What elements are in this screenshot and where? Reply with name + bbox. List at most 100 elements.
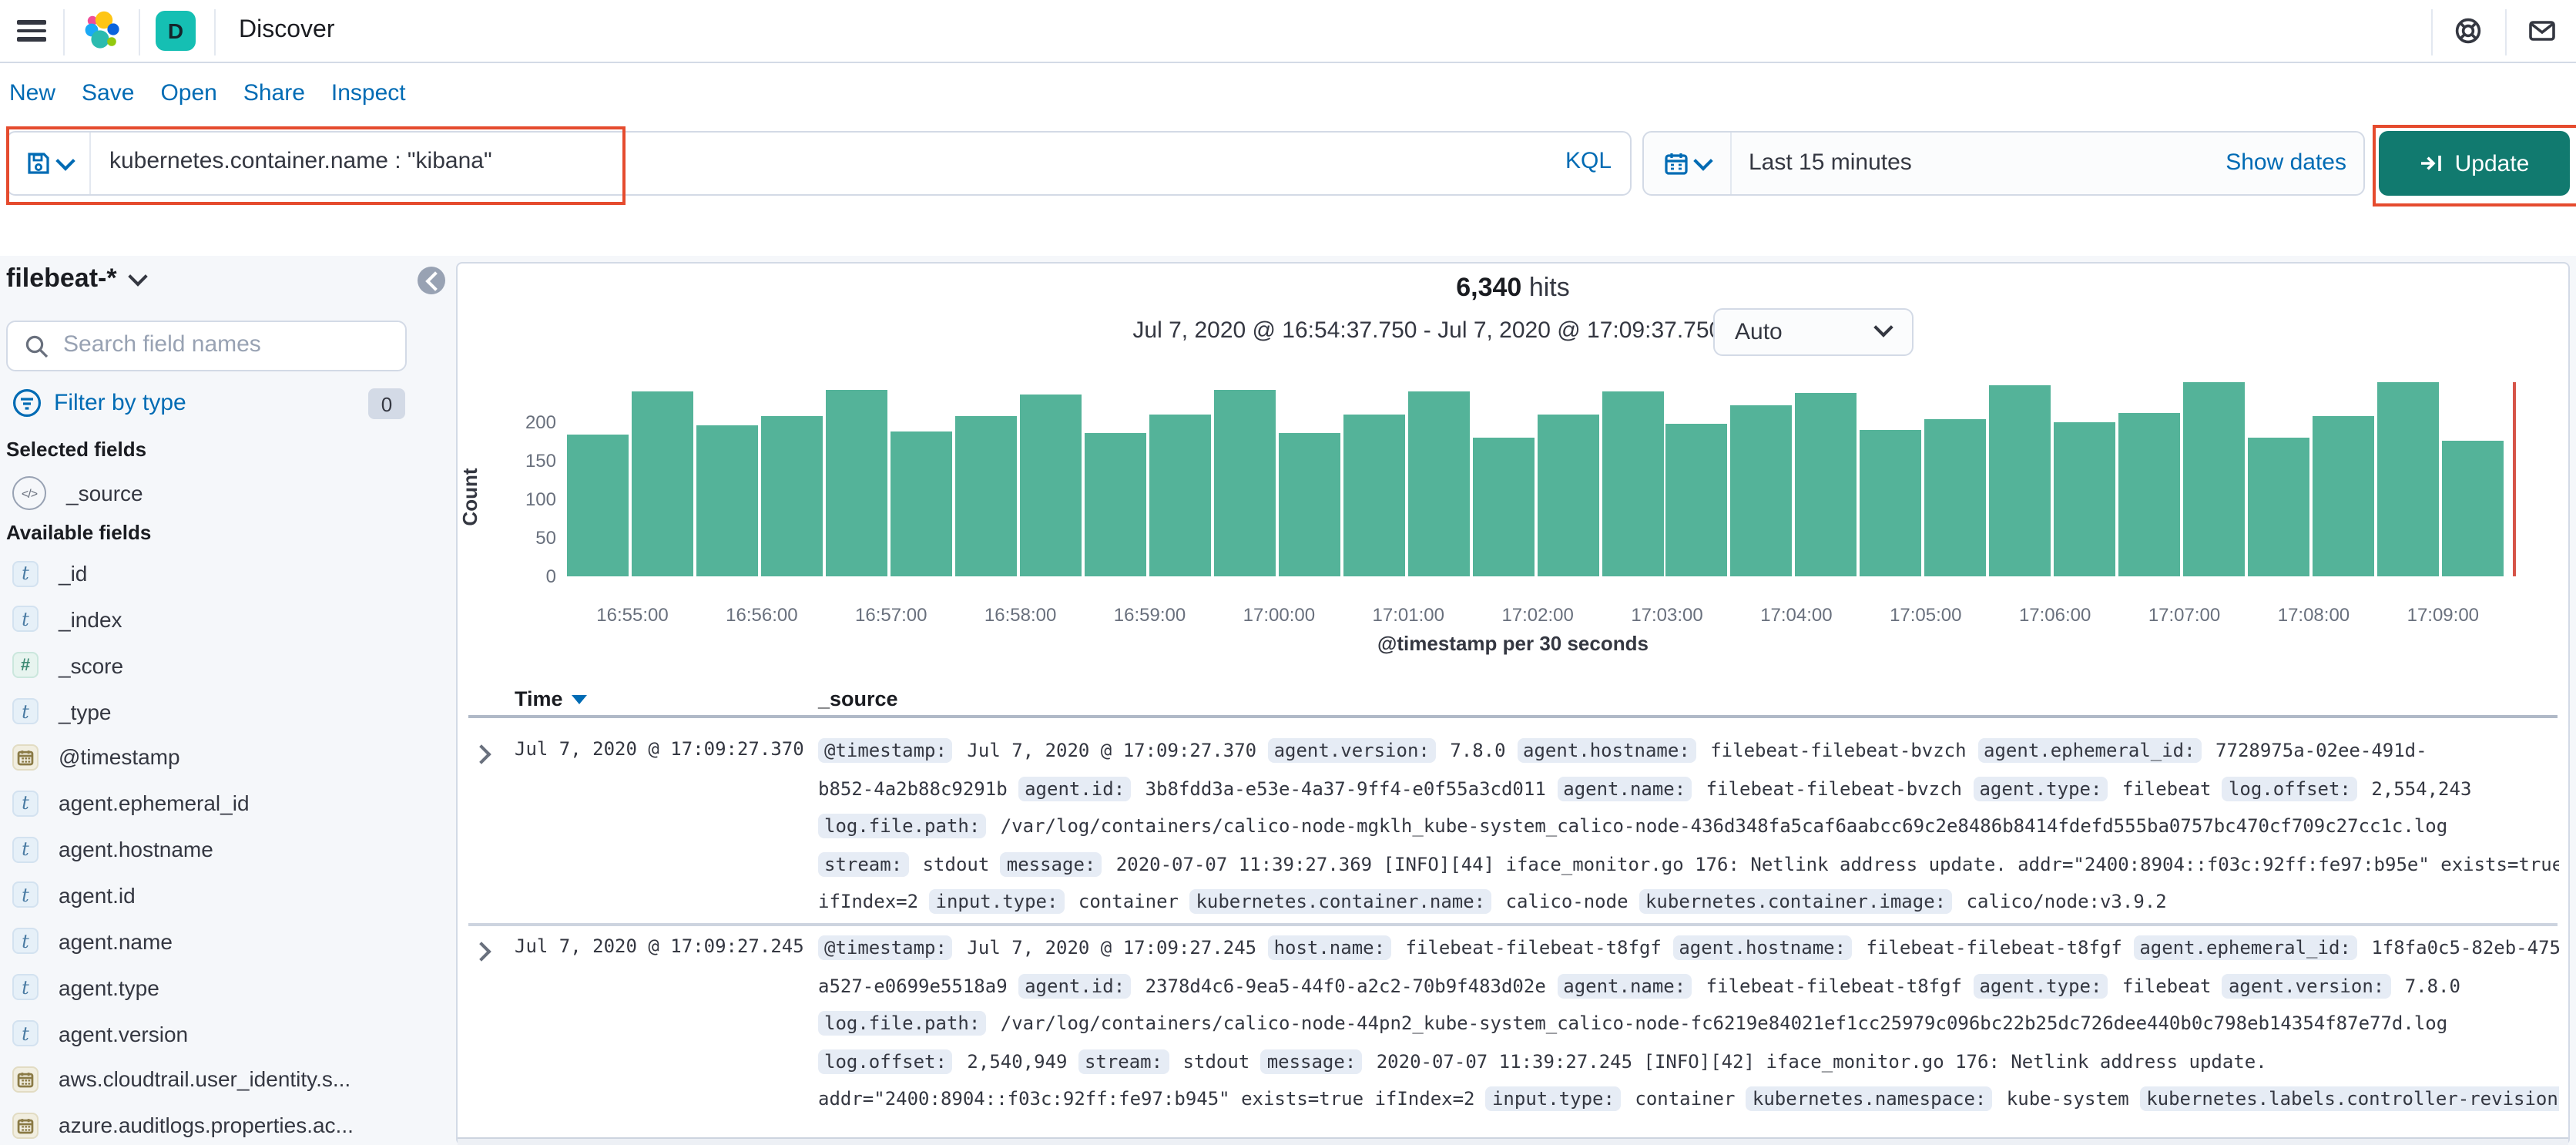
inspect-button[interactable]: Inspect — [331, 80, 406, 106]
histogram-bar[interactable] — [1924, 419, 1987, 576]
sidebar-field-agent.id[interactable]: t agent.id — [12, 878, 136, 912]
source-field-badge[interactable]: agent.id: — [1018, 974, 1132, 999]
histogram-bar[interactable] — [2248, 438, 2310, 576]
histogram-bar[interactable] — [1472, 438, 1535, 576]
sidebar-field-agent.version[interactable]: t agent.version — [12, 1016, 188, 1050]
filter-by-type-button[interactable]: Filter by type — [12, 388, 186, 418]
histogram-bar[interactable] — [1795, 393, 1857, 576]
saved-query-menu-button[interactable] — [8, 133, 91, 194]
source-field-badge[interactable]: input.type: — [1485, 1086, 1621, 1111]
sidebar-field-agent.hostname[interactable]: t agent.hostname — [12, 832, 213, 866]
time-column-header[interactable]: Time — [515, 687, 588, 710]
source-field-badge[interactable]: agent.type: — [1973, 777, 2108, 801]
histogram-bar[interactable] — [1213, 390, 1276, 576]
histogram-bar[interactable] — [1537, 415, 1599, 576]
sidebar-field-agent.name[interactable]: t agent.name — [12, 925, 173, 959]
histogram-bar[interactable] — [1019, 395, 1082, 576]
histogram-bar[interactable] — [1084, 433, 1146, 576]
source-field-badge[interactable]: kubernetes.container.image: — [1639, 889, 1953, 914]
source-field-badge[interactable]: message: — [1000, 852, 1102, 877]
show-dates-button[interactable]: Show dates — [2225, 149, 2346, 176]
sidebar-field-_id[interactable]: t _id — [12, 556, 87, 590]
histogram-bar[interactable] — [1602, 391, 1664, 576]
sidebar-field-_type[interactable]: t _type — [12, 694, 112, 728]
sidebar-field-agent.type[interactable]: t agent.type — [12, 970, 159, 1004]
histogram-bar[interactable] — [567, 435, 629, 576]
histogram-bar[interactable] — [760, 416, 823, 576]
update-button[interactable]: Update — [2379, 131, 2570, 196]
source-field-badge[interactable]: log.offset: — [818, 1049, 953, 1074]
source-field-badge[interactable]: stream: — [1078, 1049, 1169, 1074]
time-range-value[interactable]: Last 15 minutes — [1749, 149, 1912, 176]
share-button[interactable]: Share — [243, 80, 305, 106]
query-text[interactable]: kubernetes.container.name : "kibana" — [109, 148, 492, 174]
histogram-bar[interactable] — [2442, 441, 2504, 576]
histogram-bar[interactable] — [890, 431, 952, 576]
source-field-badge[interactable]: stream: — [818, 852, 909, 877]
histogram-bar[interactable] — [1278, 433, 1340, 576]
source-field-badge[interactable]: agent.version: — [1267, 738, 1436, 763]
sidebar-collapse-button[interactable] — [418, 267, 445, 294]
query-input[interactable]: kubernetes.container.name : "kibana" KQL — [6, 131, 1632, 196]
histogram-bar[interactable] — [825, 390, 887, 576]
source-field-badge[interactable]: log.offset: — [2222, 777, 2357, 801]
sidebar-field-_score[interactable]: # _score — [12, 648, 123, 682]
sidebar-field-_index[interactable]: t _index — [12, 603, 122, 636]
histogram-bar[interactable] — [2054, 422, 2116, 576]
source-field-badge[interactable]: agent.id: — [1018, 777, 1132, 801]
x-tick-label: 16:56:00 — [726, 604, 798, 626]
histogram-bar[interactable] — [631, 391, 693, 576]
new-button[interactable]: New — [9, 80, 55, 106]
histogram-bar[interactable] — [2313, 416, 2375, 576]
histogram-bar[interactable] — [2183, 382, 2246, 576]
help-icon[interactable] — [2454, 17, 2482, 45]
source-field-badge[interactable]: kubernetes.labels.controller-revision- — [2140, 1086, 2559, 1111]
sidebar-field-agent.ephemeral_id[interactable]: t agent.ephemeral_id — [12, 787, 250, 821]
sidebar-field-aws.cloudtrail.user_identity.s...[interactable]: aws.cloudtrail.user_identity.s... — [12, 1063, 351, 1096]
source-field-badge[interactable]: @timestamp: — [818, 738, 953, 763]
expand-row-icon[interactable] — [471, 938, 491, 966]
expand-row-icon[interactable] — [471, 741, 491, 769]
interval-select[interactable]: Auto — [1713, 308, 1914, 356]
sidebar-field-azure.auditlogs.properties.ac...[interactable]: azure.auditlogs.properties.ac... — [12, 1108, 354, 1142]
histogram-bar[interactable] — [1407, 391, 1470, 576]
source-field-badge[interactable]: agent.version: — [2222, 974, 2391, 999]
source-field-badge[interactable]: agent.name: — [1557, 974, 1692, 999]
discover-app-icon[interactable]: D — [156, 11, 196, 51]
histogram-bar[interactable] — [2118, 413, 2181, 576]
source-field-badge[interactable]: input.type: — [929, 889, 1065, 914]
histogram-bar[interactable] — [1149, 415, 1211, 576]
index-pattern-switcher[interactable]: filebeat-* — [6, 264, 148, 294]
source-field-badge[interactable]: agent.type: — [1973, 974, 2108, 999]
query-language-button[interactable]: KQL — [1565, 148, 1612, 174]
source-field-badge[interactable]: message: — [1260, 1049, 1363, 1074]
source-field-badge[interactable]: kubernetes.namespace: — [1746, 1086, 1993, 1111]
source-field-badge[interactable]: agent.name: — [1557, 777, 1692, 801]
histogram-bar[interactable] — [1730, 405, 1793, 576]
source-field-badge[interactable]: agent.hostname: — [1672, 935, 1853, 960]
histogram-bar[interactable] — [1989, 385, 2051, 576]
histogram-bar[interactable] — [2377, 382, 2440, 576]
source-field-badge[interactable]: @timestamp: — [818, 935, 953, 960]
source-field-badge[interactable]: agent.ephemeral_id: — [2133, 935, 2357, 960]
date-quick-select-button[interactable] — [1644, 133, 1732, 194]
elastic-logo[interactable] — [80, 9, 123, 52]
source-field-badge[interactable]: log.file.path: — [818, 1011, 987, 1036]
save-button[interactable]: Save — [82, 80, 134, 106]
histogram-bar[interactable] — [1860, 430, 1922, 576]
field-search-input[interactable] — [60, 330, 397, 359]
histogram-bar[interactable] — [1665, 424, 1728, 576]
sidebar-field-source[interactable]: </> _source — [12, 476, 143, 510]
source-field-badge[interactable]: log.file.path: — [818, 814, 987, 838]
sidebar-field-@timestamp[interactable]: @timestamp — [12, 740, 180, 774]
source-field-badge[interactable]: host.name: — [1267, 935, 1392, 960]
newsfeed-icon[interactable] — [2528, 17, 2556, 45]
source-field-badge[interactable]: agent.ephemeral_id: — [1977, 738, 2202, 763]
source-field-badge[interactable]: kubernetes.container.name: — [1189, 889, 1492, 914]
source-field-badge[interactable]: agent.hostname: — [1517, 738, 1696, 763]
histogram-bar[interactable] — [696, 425, 758, 576]
open-button[interactable]: Open — [160, 80, 216, 106]
menu-icon[interactable] — [17, 20, 46, 42]
histogram-bar[interactable] — [1343, 415, 1405, 576]
histogram-bar[interactable] — [954, 416, 1017, 576]
